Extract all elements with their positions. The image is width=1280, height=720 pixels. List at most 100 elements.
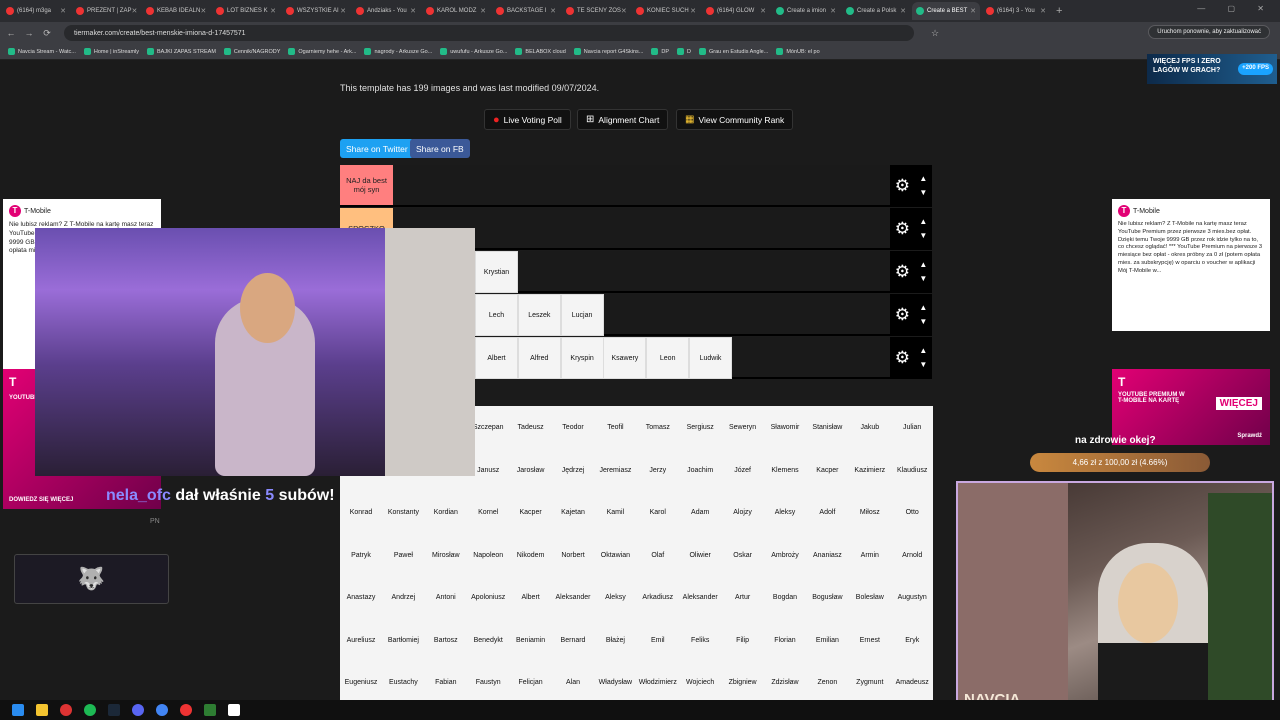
window-controls[interactable]: — ▢ ✕ bbox=[1197, 4, 1274, 13]
pool-item[interactable]: Tadeusz bbox=[510, 424, 552, 431]
tier-item[interactable]: Ksawery bbox=[603, 337, 647, 379]
pool-item[interactable]: Zdzisław bbox=[764, 679, 806, 686]
browser-tab[interactable]: KEBAB IDEALN ✕ bbox=[142, 2, 210, 20]
pool-item[interactable]: Kacper bbox=[806, 467, 848, 474]
pool-item[interactable]: Bogusław bbox=[806, 594, 848, 601]
close-tab-icon[interactable]: ✕ bbox=[970, 7, 976, 15]
pool-item[interactable]: Anastazy bbox=[340, 594, 382, 601]
pool-item[interactable]: Florian bbox=[764, 637, 806, 644]
pool-item[interactable]: Konrad bbox=[340, 509, 382, 516]
tier-item[interactable]: Lucjan bbox=[560, 294, 604, 336]
pool-item[interactable]: Zbigniew bbox=[722, 679, 764, 686]
file-explorer-icon[interactable] bbox=[36, 704, 48, 716]
pool-item[interactable]: Jarosław bbox=[510, 467, 552, 474]
pool-item[interactable]: Otto bbox=[891, 509, 933, 516]
pool-item[interactable]: Paweł bbox=[382, 552, 424, 559]
close-tab-icon[interactable]: ✕ bbox=[830, 7, 836, 15]
tier-item[interactable]: Alfred bbox=[517, 337, 561, 379]
bookmark-item[interactable]: Navcia report G4Skins... bbox=[573, 48, 643, 55]
pool-item[interactable]: Artur bbox=[722, 594, 764, 601]
move-up-icon[interactable]: ▲ bbox=[919, 172, 927, 186]
pool-item[interactable]: Teofil bbox=[594, 424, 636, 431]
bookmark-item[interactable]: Home | inStreamly bbox=[83, 48, 139, 55]
back-icon[interactable]: ← bbox=[4, 28, 18, 38]
steam-icon[interactable] bbox=[108, 704, 120, 716]
tier-item[interactable]: Kryspin bbox=[560, 337, 604, 379]
gear-icon[interactable]: ⚙ bbox=[895, 348, 910, 368]
close-tab-icon[interactable]: ✕ bbox=[410, 7, 416, 15]
pool-item[interactable]: Joachim bbox=[679, 467, 721, 474]
tier-item[interactable]: Leon bbox=[646, 337, 690, 379]
pool-item[interactable]: Jeremiasz bbox=[594, 467, 636, 474]
pool-item[interactable]: Ananiasz bbox=[806, 552, 848, 559]
pool-item[interactable]: Patryk bbox=[340, 552, 382, 559]
windows-start-icon[interactable] bbox=[12, 704, 24, 716]
pool-item[interactable]: Kacper bbox=[510, 509, 552, 516]
pool-item[interactable]: Kamil bbox=[594, 509, 636, 516]
obs-icon[interactable] bbox=[228, 704, 240, 716]
pool-item[interactable]: Faustyn bbox=[467, 679, 509, 686]
pool-item[interactable]: Emil bbox=[637, 637, 679, 644]
pool-item[interactable]: Amadeusz bbox=[891, 679, 933, 686]
ad-right[interactable]: T T-Mobile Nie lubisz reklam? Z T-Mobile … bbox=[1112, 199, 1270, 331]
pool-item[interactable]: Eugeniusz bbox=[340, 679, 382, 686]
pool-item[interactable]: Kazimierz bbox=[849, 467, 891, 474]
close-tab-icon[interactable]: ✕ bbox=[550, 7, 556, 15]
browser-tab[interactable]: Andziaks - You ✕ bbox=[352, 2, 420, 20]
browser-tab[interactable]: KAROL MODZ ✕ bbox=[422, 2, 490, 20]
bookmark-item[interactable]: Navcia Stream - Watc... bbox=[8, 48, 76, 55]
ad-right-banner[interactable]: T YOUTUBE PREMIUM W T-MOBILE NA KARTĘ WI… bbox=[1112, 369, 1270, 445]
browser-tab[interactable]: KONIEC SUCH ✕ bbox=[632, 2, 700, 20]
star-icon[interactable]: ☆ bbox=[928, 28, 942, 39]
bookmark-item[interactable]: BAJKI ZAPAS STREAM bbox=[147, 48, 216, 55]
pool-item[interactable]: Arnold bbox=[891, 552, 933, 559]
tier-label[interactable]: NAJ da best mój syn bbox=[340, 165, 393, 205]
forward-icon[interactable]: → bbox=[22, 28, 36, 38]
pool-item[interactable]: Norbert bbox=[552, 552, 594, 559]
pool-item[interactable]: Adolf bbox=[806, 509, 848, 516]
bookmark-item[interactable]: D bbox=[677, 48, 691, 55]
chrome-alt-icon[interactable] bbox=[180, 704, 192, 716]
pool-item[interactable]: Bolesław bbox=[849, 594, 891, 601]
tier-item[interactable]: Krystian bbox=[475, 251, 518, 293]
pool-item[interactable]: Aleksy bbox=[764, 509, 806, 516]
move-down-icon[interactable]: ▼ bbox=[919, 358, 927, 372]
pool-item[interactable]: Aleksy bbox=[594, 594, 636, 601]
browser-tab[interactable]: Create a imion ✕ bbox=[772, 2, 840, 20]
alignment-chart-button[interactable]: ⊞ Alignment Chart bbox=[577, 109, 669, 130]
bookmark-item[interactable]: Cennik/NAGRODY bbox=[223, 48, 280, 55]
close-tab-icon[interactable]: ✕ bbox=[200, 7, 206, 15]
pool-item[interactable]: Jędrzej bbox=[552, 467, 594, 474]
pool-item[interactable]: Zenon bbox=[806, 679, 848, 686]
tier-row[interactable]: NAJ da best mój syn bbox=[340, 165, 890, 207]
move-down-icon[interactable]: ▼ bbox=[919, 229, 927, 243]
browser-tab[interactable]: PREZENT | ZAP ✕ bbox=[72, 2, 140, 20]
close-tab-icon[interactable]: ✕ bbox=[340, 7, 346, 15]
browser-tab[interactable]: (6164) GLOW ✕ bbox=[702, 2, 770, 20]
pool-item[interactable]: Albert bbox=[510, 594, 552, 601]
tier-item[interactable]: Albert bbox=[475, 337, 518, 379]
pool-item[interactable]: Fabian bbox=[425, 679, 467, 686]
pool-item[interactable]: Mirosław bbox=[425, 552, 467, 559]
pool-item[interactable]: Bartłomiej bbox=[382, 637, 424, 644]
pool-item[interactable]: Jerzy bbox=[637, 467, 679, 474]
browser-tab[interactable]: TE SCENY ZOS ✕ bbox=[562, 2, 630, 20]
pool-item[interactable]: Emilian bbox=[806, 637, 848, 644]
pool-item[interactable]: Augustyn bbox=[891, 594, 933, 601]
pool-item[interactable]: Sergiusz bbox=[679, 424, 721, 431]
ad-right-cta[interactable]: Sprawdź bbox=[1237, 433, 1262, 439]
pool-item[interactable]: Andrzej bbox=[382, 594, 424, 601]
move-down-icon[interactable]: ▼ bbox=[919, 186, 927, 200]
pool-item[interactable]: Napoleon bbox=[467, 552, 509, 559]
pool-item[interactable]: Włodzimierz bbox=[637, 679, 679, 686]
pool-item[interactable]: Konstanty bbox=[382, 509, 424, 516]
pool-item[interactable]: Adam bbox=[679, 509, 721, 516]
pool-item[interactable]: Aleksander bbox=[552, 594, 594, 601]
close-tab-icon[interactable]: ✕ bbox=[480, 7, 486, 15]
pool-item[interactable]: Benedykt bbox=[467, 637, 509, 644]
tier-item[interactable]: Lech bbox=[475, 294, 518, 336]
close-tab-icon[interactable]: ✕ bbox=[621, 7, 627, 15]
gear-icon[interactable]: ⚙ bbox=[895, 262, 910, 282]
reload-icon[interactable]: ⟳ bbox=[40, 28, 54, 39]
pool-item[interactable]: Klemens bbox=[764, 467, 806, 474]
